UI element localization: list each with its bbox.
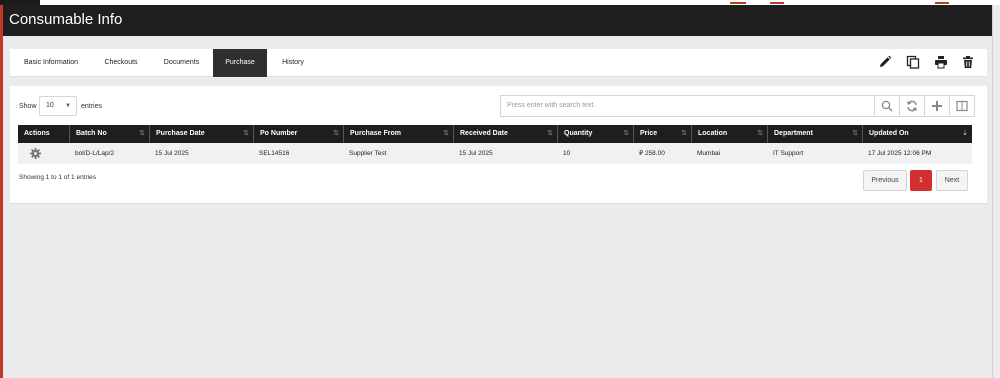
sort-desc-icon: ⇣	[962, 130, 968, 137]
col-batch-no[interactable]: Batch No ⇅	[69, 125, 149, 143]
page-scrollbar[interactable]	[992, 5, 1000, 378]
next-button[interactable]: Next	[936, 170, 968, 191]
cell-price: ₽ 258.00	[639, 150, 665, 157]
sort-icon: ⇅	[333, 130, 339, 137]
cell-department: IT Support	[773, 150, 804, 157]
row-actions-cell	[18, 143, 69, 164]
page-1-button[interactable]: 1	[910, 170, 932, 191]
sort-icon: ⇅	[757, 130, 763, 137]
tab-purchase[interactable]: Purchase	[213, 49, 267, 77]
pagination-info: Showing 1 to 1 of 1 entries	[19, 174, 96, 181]
cell-purchase-date: 15 Jul 2025	[155, 150, 189, 157]
delete-icon[interactable]	[961, 55, 975, 69]
tab-checkouts[interactable]: Checkouts	[92, 49, 150, 77]
col-location[interactable]: Location ⇅	[691, 125, 767, 143]
sort-icon: ⇅	[852, 130, 858, 137]
sort-icon: ⇅	[623, 130, 629, 137]
entries-value: 10	[46, 102, 54, 109]
search-button[interactable]	[875, 95, 900, 117]
col-price[interactable]: Price ⇅	[633, 125, 691, 143]
tab-bar: Basic Information Checkouts Documents Pu…	[10, 49, 987, 77]
sort-icon: ⇅	[681, 130, 687, 137]
col-purchase-from[interactable]: Purchase From ⇅	[343, 125, 453, 143]
gear-icon[interactable]	[30, 148, 41, 159]
sort-icon: ⇅	[443, 130, 449, 137]
refresh-icon	[906, 100, 918, 112]
page-header: Consumable Info	[3, 5, 992, 36]
tab-documents[interactable]: Documents	[150, 49, 213, 77]
show-label: Show	[19, 103, 37, 110]
cell-po-number: SEL14516	[259, 150, 290, 157]
cell-purchase-from: Supplier Test	[349, 150, 387, 157]
col-updated-on[interactable]: Updated On ⇣	[862, 125, 972, 143]
table-row: bol/D-L/Lap/2 15 Jul 2025 SEL14516 Suppl…	[18, 143, 972, 164]
print-icon[interactable]	[934, 55, 948, 69]
columns-button[interactable]	[950, 95, 975, 117]
sort-icon: ⇅	[243, 130, 249, 137]
add-icon	[932, 101, 942, 111]
entries-select[interactable]: 10 ▼	[39, 96, 77, 116]
cell-updated-on: 17 Jul 2025 12:06 PM	[868, 150, 932, 157]
col-received-date[interactable]: Received Date ⇅	[453, 125, 557, 143]
cell-batch-no: bol/D-L/Lap/2	[75, 150, 115, 157]
columns-icon	[956, 100, 968, 112]
previous-button[interactable]: Previous	[863, 170, 907, 191]
refresh-button[interactable]	[900, 95, 925, 117]
chevron-down-icon: ▼	[65, 103, 71, 109]
search-icon	[881, 100, 893, 112]
cell-quantity: 10	[563, 150, 571, 157]
col-purchase-date[interactable]: Purchase Date ⇅	[149, 125, 253, 143]
sort-icon: ⇅	[139, 130, 145, 137]
col-actions: Actions	[24, 130, 50, 137]
cell-received-date: 15 Jul 2025	[459, 150, 493, 157]
search-input[interactable]: Press enter with search text	[500, 95, 875, 117]
main-content: Basic Information Checkouts Documents Pu…	[3, 36, 992, 378]
tab-history[interactable]: History	[267, 49, 319, 77]
cell-location: Mumbai	[697, 150, 721, 157]
col-quantity[interactable]: Quantity ⇅	[557, 125, 633, 143]
col-department[interactable]: Department ⇅	[767, 125, 862, 143]
page-title: Consumable Info	[9, 11, 123, 28]
tab-basic-information[interactable]: Basic Information	[10, 49, 92, 77]
col-po-number[interactable]: Po Number ⇅	[253, 125, 343, 143]
table-header: Actions Batch No ⇅ Purchase Date ⇅ Po Numb…	[18, 125, 972, 143]
add-button[interactable]	[925, 95, 950, 117]
entries-label: entries	[81, 103, 103, 110]
copy-icon[interactable]	[906, 55, 920, 69]
sort-icon: ⇅	[547, 130, 553, 137]
edit-icon[interactable]	[878, 55, 892, 69]
purchase-panel: Show 10 ▼ entries Press enter with searc…	[10, 86, 987, 204]
